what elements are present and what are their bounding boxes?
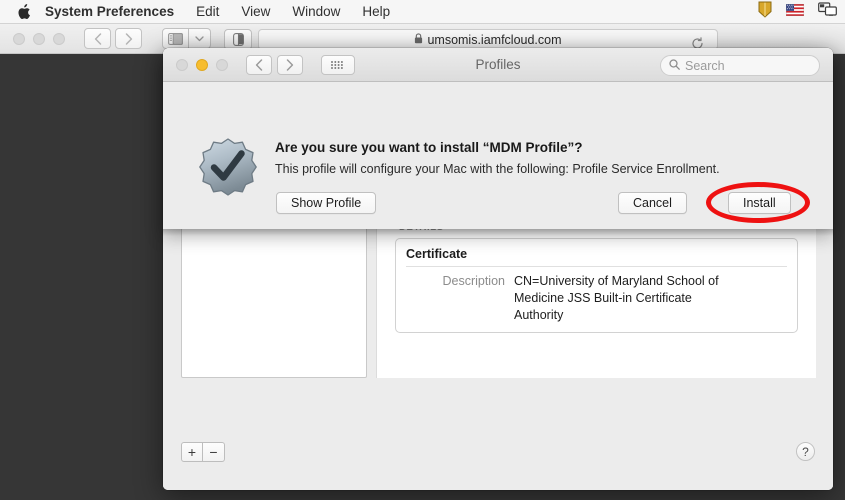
sheet-body: Are you sure you want to install “MDM Pr… xyxy=(163,82,833,229)
address-bar-url: umsomis.iamfcloud.com xyxy=(427,33,561,47)
sheet-back-button[interactable] xyxy=(246,55,272,75)
safari-traffic-lights[interactable] xyxy=(13,33,65,45)
add-remove-profile-group: + − xyxy=(181,442,225,462)
sheet-show-all-grid-icon[interactable] xyxy=(321,55,355,75)
us-flag-icon[interactable] xyxy=(786,3,804,21)
apple-logo-icon[interactable] xyxy=(17,4,31,20)
sheet-nav-buttons xyxy=(246,55,303,75)
safari-sidebar-group xyxy=(162,28,211,49)
sheet-subtext: This profile will configure your Mac wit… xyxy=(275,162,720,176)
description-line-2: Medicine JSS Built-in Certificate xyxy=(514,290,719,307)
install-button[interactable]: Install xyxy=(728,192,791,214)
description-row: Description CN=University of Maryland Sc… xyxy=(406,273,787,324)
add-profile-button[interactable]: + xyxy=(181,442,203,462)
sheet-heading: Are you sure you want to install “MDM Pr… xyxy=(275,140,583,155)
sidebar-icon[interactable] xyxy=(162,28,189,49)
close-button[interactable] xyxy=(13,33,25,45)
minimize-button[interactable] xyxy=(196,59,208,71)
forward-button[interactable] xyxy=(115,28,142,49)
show-profile-button[interactable]: Show Profile xyxy=(276,192,376,214)
menu-item-window[interactable]: Window xyxy=(281,0,351,24)
menu-item-help[interactable]: Help xyxy=(351,0,401,24)
screen-sharing-icon[interactable] xyxy=(818,2,837,23)
install-profile-sheet: Profiles Search xyxy=(163,48,833,229)
details-card-title: Certificate xyxy=(406,247,787,267)
description-label: Description xyxy=(406,273,514,324)
chevron-down-icon[interactable] xyxy=(189,28,211,49)
sheet-traffic-lights[interactable] xyxy=(176,59,228,71)
address-bar[interactable]: umsomis.iamfcloud.com xyxy=(258,29,718,50)
help-button[interactable]: ? xyxy=(796,442,815,461)
menu-item-system-preferences[interactable]: System Preferences xyxy=(45,0,185,24)
description-line-1: CN=University of Maryland School of xyxy=(514,273,719,290)
menu-bar: System Preferences Edit View Window Help xyxy=(0,0,845,24)
sheet-forward-button[interactable] xyxy=(277,55,303,75)
zoom-button[interactable] xyxy=(216,59,228,71)
sheet-titlebar: Profiles Search xyxy=(163,48,833,82)
safari-nav-buttons xyxy=(84,28,142,49)
close-button[interactable] xyxy=(176,59,188,71)
details-certificate-card: Certificate Description CN=University of… xyxy=(395,238,798,333)
zoom-button[interactable] xyxy=(53,33,65,45)
menu-bar-status-items xyxy=(758,0,837,24)
menu-item-edit[interactable]: Edit xyxy=(185,0,230,24)
shield-badge-icon[interactable] xyxy=(758,1,772,23)
description-line-3: Authority xyxy=(514,307,719,324)
profile-badge-checkmark-icon xyxy=(195,137,261,203)
description-value: CN=University of Maryland School of Medi… xyxy=(514,273,719,324)
cancel-button[interactable]: Cancel xyxy=(618,192,687,214)
reader-view-icon[interactable] xyxy=(224,29,252,50)
menu-item-view[interactable]: View xyxy=(230,0,281,24)
minimize-button[interactable] xyxy=(33,33,45,45)
sheet-search-field[interactable]: Search xyxy=(660,55,820,76)
profiles-footer: + − ? xyxy=(163,432,833,490)
screen: System Preferences Edit View Window Help xyxy=(0,0,845,500)
lock-icon xyxy=(414,33,423,47)
remove-profile-button[interactable]: − xyxy=(203,442,225,462)
search-icon xyxy=(669,57,680,75)
sheet-search-placeholder: Search xyxy=(685,59,725,73)
back-button[interactable] xyxy=(84,28,111,49)
